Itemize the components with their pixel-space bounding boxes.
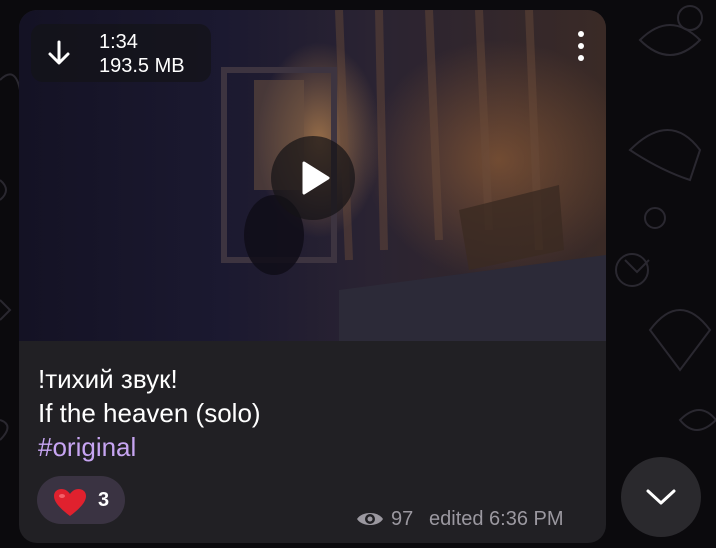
heart-icon <box>54 489 86 516</box>
more-options-icon[interactable] <box>571 28 591 64</box>
video-message-bubble[interactable]: 1:34 193.5 MB !тихий звук! If the heaven… <box>19 10 606 543</box>
eye-icon <box>357 513 383 525</box>
play-icon <box>302 161 330 195</box>
hashtag-link[interactable]: #original <box>38 430 261 464</box>
download-icon[interactable] <box>45 39 73 67</box>
edited-timestamp: edited 6:36 PM <box>429 508 564 530</box>
caption-line-2: If the heaven (solo) <box>38 398 261 428</box>
scroll-to-bottom-button[interactable] <box>621 457 701 537</box>
video-thumbnail[interactable]: 1:34 193.5 MB <box>19 10 606 341</box>
video-file-size: 193.5 MB <box>99 55 185 77</box>
chevron-down-icon <box>646 489 676 505</box>
heart-reaction-chip[interactable]: 3 <box>37 476 125 524</box>
views-count: 97 <box>391 508 414 530</box>
video-duration: 1:34 <box>99 31 138 53</box>
message-caption: !тихий звук! If the heaven (solo) #origi… <box>38 362 261 464</box>
reaction-count: 3 <box>98 489 110 511</box>
play-button[interactable] <box>271 136 355 220</box>
download-pill[interactable]: 1:34 193.5 MB <box>31 24 211 82</box>
caption-line-1: !тихий звук! <box>38 364 178 394</box>
